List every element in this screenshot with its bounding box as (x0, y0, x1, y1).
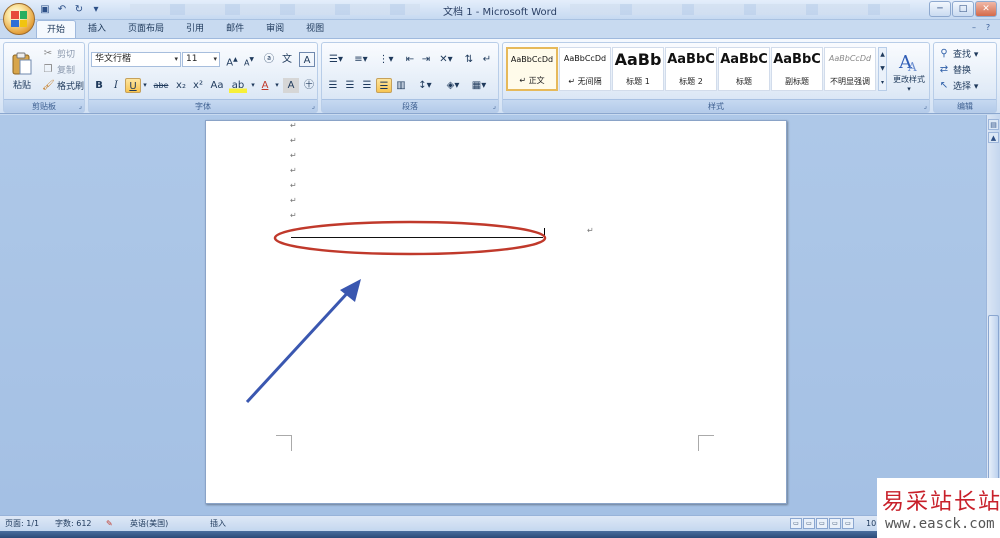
office-logo-icon (11, 11, 27, 27)
ruler-toggle-icon[interactable]: ▤ (988, 119, 999, 130)
status-bar: 页面: 1/1 字数: 612 ✎ 英语(美国) 插入 ▭ ▭ ▭ ▭ ▭ 10 (0, 515, 1000, 531)
view-buttons: ▭ ▭ ▭ ▭ ▭ (790, 518, 854, 529)
word-count[interactable]: 字数: 612 (55, 518, 92, 530)
draft-view-icon[interactable]: ▭ (842, 518, 854, 529)
office-button[interactable] (3, 3, 35, 35)
annotation-overlay (245, 220, 547, 404)
watermark-title: 易采站长站 (882, 490, 1000, 515)
scroll-up-icon[interactable]: ▲ (988, 132, 999, 143)
highlight-ellipse (273, 220, 547, 256)
site-watermark: 易采站长站 www.easck.com (877, 478, 1000, 538)
print-layout-view-icon[interactable]: ▭ (790, 518, 802, 529)
annotation-arrow-shaft (245, 286, 354, 404)
scroll-thumb[interactable] (988, 315, 999, 505)
language-indicator[interactable]: 英语(美国) (130, 518, 168, 530)
zoom-level[interactable]: 10 (866, 518, 876, 530)
watermark-url: www.easck.com (885, 516, 995, 532)
spelling-check-icon[interactable]: ✎ (106, 518, 113, 530)
full-screen-view-icon[interactable]: ▭ (803, 518, 815, 529)
windows-taskbar (0, 531, 1000, 538)
vertical-scrollbar[interactable]: ▤ ▲ (986, 115, 1000, 515)
outline-view-icon[interactable]: ▭ (829, 518, 841, 529)
web-layout-view-icon[interactable]: ▭ (816, 518, 828, 529)
insert-mode-indicator[interactable]: 插入 (210, 518, 226, 530)
page-count[interactable]: 页面: 1/1 (5, 518, 39, 530)
